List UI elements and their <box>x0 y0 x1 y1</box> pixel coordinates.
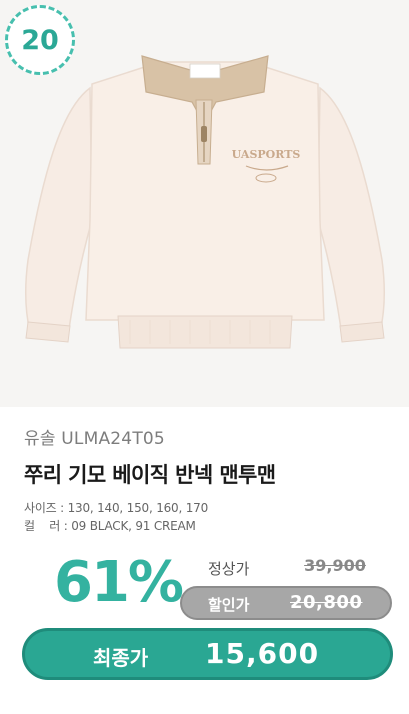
regular-price-label: 정상가 <box>208 560 250 578</box>
sale-price: 20,800 <box>290 592 363 613</box>
size-list: 사이즈 : 130, 140, 150, 160, 170 <box>24 501 209 515</box>
sale-price-label: 할인가 <box>208 596 250 614</box>
product-image[interactable]: 20 UASPORTS <box>0 0 409 407</box>
brand-code: 유솔 ULMA24T05 <box>24 429 165 449</box>
sweatshirt-illustration: UASPORTS <box>25 55 385 349</box>
product-specs: 사이즈 : 130, 140, 150, 160, 170 컬 러 : 09 B… <box>24 499 393 535</box>
product-name[interactable]: 쭈리 기모 베이직 반넥 맨투맨 <box>24 459 393 489</box>
final-price-button[interactable]: 최종가 15,600 <box>22 628 393 680</box>
product-info: 유솔 ULMA24T05 쭈리 기모 베이직 반넥 맨투맨 사이즈 : 130,… <box>24 424 393 535</box>
regular-price: 39,900 <box>304 556 366 575</box>
final-price: 15,600 <box>205 637 320 670</box>
sale-price-pill: 할인가 20,800 <box>180 586 392 620</box>
svg-text:UASPORTS: UASPORTS <box>232 148 301 161</box>
color-list: 컬 러 : 09 BLACK, 91 CREAM <box>24 519 196 533</box>
discount-rate: 61% <box>54 550 184 615</box>
final-price-label: 최종가 <box>93 646 149 670</box>
